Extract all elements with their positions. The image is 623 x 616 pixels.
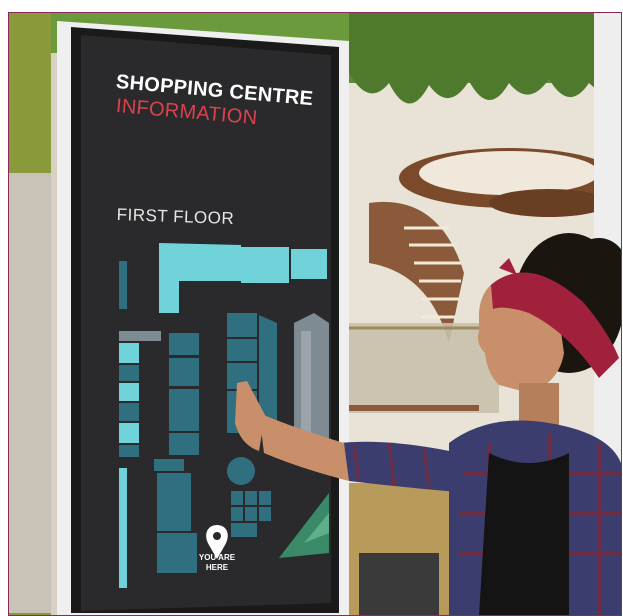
photo-frame: SHOPPING CENTRE INFORMATION FIRST FLOOR …: [8, 12, 622, 616]
floor-label: FIRST FLOOR: [116, 205, 235, 229]
mall-scene: [9, 13, 621, 615]
you-are-here-label: YOU ARE HERE: [198, 553, 236, 572]
